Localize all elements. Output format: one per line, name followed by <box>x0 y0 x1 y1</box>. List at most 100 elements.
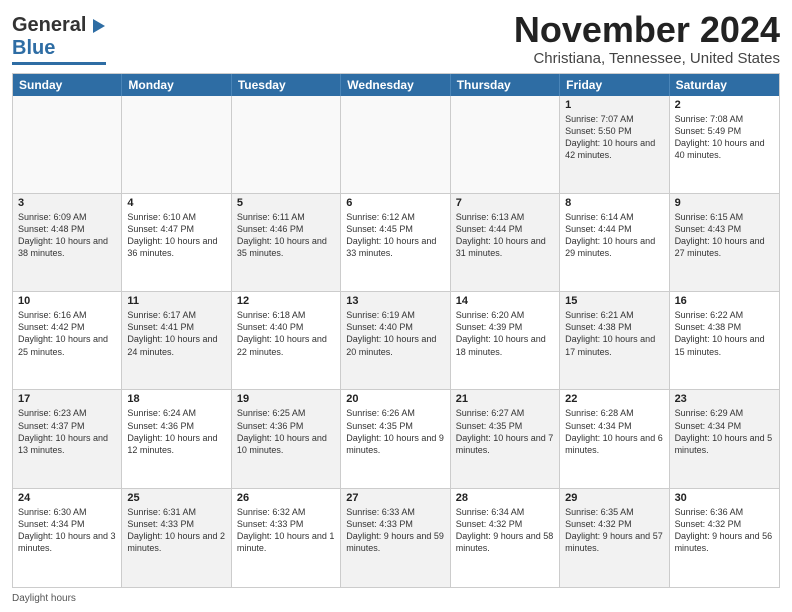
day-header-thursday: Thursday <box>451 74 560 96</box>
title-block: November 2024 Christiana, Tennessee, Uni… <box>514 10 780 67</box>
week-row-5: 24 Sunrise: 6:30 AM Sunset: 4:34 PM Dayli… <box>13 489 779 587</box>
month-title: November 2024 <box>514 10 780 50</box>
day-number: 17 <box>18 393 116 405</box>
day-info: Sunrise: 6:34 AM Sunset: 4:32 PM Dayligh… <box>456 506 554 555</box>
day-cell: 24 Sunrise: 6:30 AM Sunset: 4:34 PM Dayli… <box>13 489 122 587</box>
day-headers-row: SundayMondayTuesdayWednesdayThursdayFrid… <box>13 74 779 96</box>
day-number: 16 <box>675 295 774 307</box>
day-cell: 16 Sunrise: 6:22 AM Sunset: 4:38 PM Dayli… <box>670 292 779 389</box>
day-number: 20 <box>346 393 444 405</box>
day-info: Sunrise: 6:17 AM Sunset: 4:41 PM Dayligh… <box>127 309 225 358</box>
week-row-4: 17 Sunrise: 6:23 AM Sunset: 4:37 PM Dayli… <box>13 390 779 488</box>
day-cell: 17 Sunrise: 6:23 AM Sunset: 4:37 PM Dayli… <box>13 390 122 487</box>
day-cell: 11 Sunrise: 6:17 AM Sunset: 4:41 PM Dayli… <box>122 292 231 389</box>
day-cell: 23 Sunrise: 6:29 AM Sunset: 4:34 PM Dayli… <box>670 390 779 487</box>
day-cell <box>451 96 560 193</box>
day-cell: 7 Sunrise: 6:13 AM Sunset: 4:44 PM Daylig… <box>451 194 560 291</box>
calendar-body: 1Sunrise: 7:07 AM Sunset: 5:50 PM Daylig… <box>13 96 779 587</box>
day-number: 24 <box>18 492 116 504</box>
day-cell: 3 Sunrise: 6:09 AM Sunset: 4:48 PM Daylig… <box>13 194 122 291</box>
day-cell <box>13 96 122 193</box>
day-cell <box>232 96 341 193</box>
day-number: 23 <box>675 393 774 405</box>
day-number: 27 <box>346 492 444 504</box>
day-info: Sunrise: 6:16 AM Sunset: 4:42 PM Dayligh… <box>18 309 116 358</box>
logo: General Blue <box>12 14 106 65</box>
day-info: Sunrise: 6:18 AM Sunset: 4:40 PM Dayligh… <box>237 309 335 358</box>
footer: Daylight hours <box>12 593 780 604</box>
day-header-saturday: Saturday <box>670 74 779 96</box>
day-info: Sunrise: 6:14 AM Sunset: 4:44 PM Dayligh… <box>565 211 663 260</box>
day-info: Sunrise: 6:20 AM Sunset: 4:39 PM Dayligh… <box>456 309 554 358</box>
day-info: Sunrise: 6:24 AM Sunset: 4:36 PM Dayligh… <box>127 407 225 456</box>
day-info: Sunrise: 6:36 AM Sunset: 4:32 PM Dayligh… <box>675 506 774 555</box>
logo-underline <box>12 62 106 65</box>
day-number: 5 <box>237 197 335 209</box>
day-info: Sunrise: 6:35 AM Sunset: 4:32 PM Dayligh… <box>565 506 663 555</box>
day-cell: 29 Sunrise: 6:35 AM Sunset: 4:32 PM Dayli… <box>560 489 669 587</box>
day-cell: 14Sunrise: 6:20 AM Sunset: 4:39 PM Dayli… <box>451 292 560 389</box>
day-info: Sunrise: 6:12 AM Sunset: 4:45 PM Dayligh… <box>346 211 444 260</box>
day-number: 12 <box>237 295 335 307</box>
day-number: 21 <box>456 393 554 405</box>
day-number: 25 <box>127 492 225 504</box>
day-number: 3 <box>18 197 116 209</box>
day-cell: 13Sunrise: 6:19 AM Sunset: 4:40 PM Dayli… <box>341 292 450 389</box>
day-number: 4 <box>127 197 225 209</box>
calendar: SundayMondayTuesdayWednesdayThursdayFrid… <box>12 73 780 588</box>
day-header-sunday: Sunday <box>13 74 122 96</box>
location-subtitle: Christiana, Tennessee, United States <box>514 50 780 67</box>
day-cell: 22Sunrise: 6:28 AM Sunset: 4:34 PM Dayli… <box>560 390 669 487</box>
day-number: 28 <box>456 492 554 504</box>
week-row-3: 10 Sunrise: 6:16 AM Sunset: 4:42 PM Dayli… <box>13 292 779 390</box>
day-info: Sunrise: 6:10 AM Sunset: 4:47 PM Dayligh… <box>127 211 225 260</box>
day-header-wednesday: Wednesday <box>341 74 450 96</box>
daylight-hours-label: Daylight hours <box>12 593 76 604</box>
day-info: Sunrise: 6:30 AM Sunset: 4:34 PM Dayligh… <box>18 506 116 555</box>
day-info: Sunrise: 7:08 AM Sunset: 5:49 PM Dayligh… <box>675 113 774 162</box>
week-row-1: 1Sunrise: 7:07 AM Sunset: 5:50 PM Daylig… <box>13 96 779 194</box>
day-cell: 5 Sunrise: 6:11 AM Sunset: 4:46 PM Daylig… <box>232 194 341 291</box>
day-number: 2 <box>675 99 774 111</box>
day-info: Sunrise: 6:32 AM Sunset: 4:33 PM Dayligh… <box>237 506 335 555</box>
day-cell: 27 Sunrise: 6:33 AM Sunset: 4:33 PM Dayli… <box>341 489 450 587</box>
day-info: Sunrise: 6:15 AM Sunset: 4:43 PM Dayligh… <box>675 211 774 260</box>
day-number: 19 <box>237 393 335 405</box>
day-number: 6 <box>346 197 444 209</box>
day-info: Sunrise: 6:27 AM Sunset: 4:35 PM Dayligh… <box>456 407 554 456</box>
day-info: Sunrise: 6:21 AM Sunset: 4:38 PM Dayligh… <box>565 309 663 358</box>
day-header-monday: Monday <box>122 74 231 96</box>
day-info: Sunrise: 6:11 AM Sunset: 4:46 PM Dayligh… <box>237 211 335 260</box>
day-info: Sunrise: 6:13 AM Sunset: 4:44 PM Dayligh… <box>456 211 554 260</box>
day-info: Sunrise: 6:23 AM Sunset: 4:37 PM Dayligh… <box>18 407 116 456</box>
day-number: 1 <box>565 99 663 111</box>
day-number: 7 <box>456 197 554 209</box>
day-number: 11 <box>127 295 225 307</box>
day-cell: 25Sunrise: 6:31 AM Sunset: 4:33 PM Dayli… <box>122 489 231 587</box>
day-cell <box>341 96 450 193</box>
day-number: 30 <box>675 492 774 504</box>
day-cell: 6 Sunrise: 6:12 AM Sunset: 4:45 PM Daylig… <box>341 194 450 291</box>
page-container: General Blue November 2024 Christiana, T… <box>0 0 792 612</box>
day-header-tuesday: Tuesday <box>232 74 341 96</box>
day-cell: 19 Sunrise: 6:25 AM Sunset: 4:36 PM Dayli… <box>232 390 341 487</box>
day-info: Sunrise: 6:29 AM Sunset: 4:34 PM Dayligh… <box>675 407 774 456</box>
week-row-2: 3 Sunrise: 6:09 AM Sunset: 4:48 PM Daylig… <box>13 194 779 292</box>
day-info: Sunrise: 6:19 AM Sunset: 4:40 PM Dayligh… <box>346 309 444 358</box>
day-cell: 2 Sunrise: 7:08 AM Sunset: 5:49 PM Daylig… <box>670 96 779 193</box>
day-cell: 30 Sunrise: 6:36 AM Sunset: 4:32 PM Dayli… <box>670 489 779 587</box>
day-cell: 28 Sunrise: 6:34 AM Sunset: 4:32 PM Dayli… <box>451 489 560 587</box>
day-cell: 26Sunrise: 6:32 AM Sunset: 4:33 PM Dayli… <box>232 489 341 587</box>
day-info: Sunrise: 6:09 AM Sunset: 4:48 PM Dayligh… <box>18 211 116 260</box>
day-number: 29 <box>565 492 663 504</box>
day-info: Sunrise: 6:25 AM Sunset: 4:36 PM Dayligh… <box>237 407 335 456</box>
day-info: Sunrise: 6:33 AM Sunset: 4:33 PM Dayligh… <box>346 506 444 555</box>
day-info: Sunrise: 6:28 AM Sunset: 4:34 PM Dayligh… <box>565 407 663 456</box>
logo-triangle-icon <box>88 17 106 35</box>
day-cell: 12 Sunrise: 6:18 AM Sunset: 4:40 PM Dayli… <box>232 292 341 389</box>
day-header-friday: Friday <box>560 74 669 96</box>
day-cell: 10 Sunrise: 6:16 AM Sunset: 4:42 PM Dayli… <box>13 292 122 389</box>
logo-blue: Blue <box>12 37 55 60</box>
day-number: 10 <box>18 295 116 307</box>
day-info: Sunrise: 6:22 AM Sunset: 4:38 PM Dayligh… <box>675 309 774 358</box>
